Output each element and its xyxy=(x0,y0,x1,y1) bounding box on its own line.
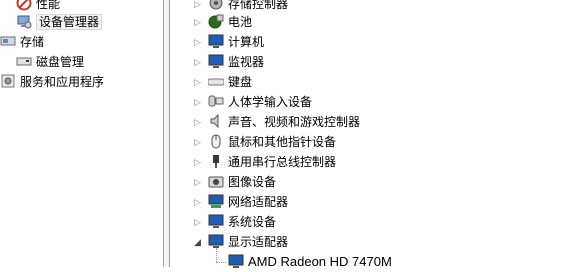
expand-arrow-icon[interactable]: ▷ xyxy=(194,133,204,153)
camera-icon xyxy=(208,176,224,188)
device-category-sound[interactable]: ▷ 声音、视频和游戏控制器 xyxy=(194,112,360,132)
device-category-system[interactable]: ▷ 系统设备 xyxy=(194,212,276,232)
device-category-computer[interactable]: ▷ 计算机 xyxy=(194,32,264,52)
mouse-icon xyxy=(211,134,221,149)
expand-arrow-icon[interactable]: ▷ xyxy=(194,193,204,213)
tree-item-services-apps[interactable]: 服务和应用程序 xyxy=(0,72,104,92)
collapse-arrow-icon[interactable]: ◢ xyxy=(194,233,204,253)
usb-icon xyxy=(213,155,219,168)
device-category-usb[interactable]: ▷ 通用串行总线控制器 xyxy=(194,152,336,172)
tree-item-device-manager[interactable]: 设备管理器 xyxy=(16,12,103,32)
expand-arrow-icon[interactable]: ▷ xyxy=(194,73,204,93)
device-category-monitors[interactable]: ▷ 监视器 xyxy=(194,52,264,72)
system-device-icon xyxy=(208,214,224,228)
expand-arrow-icon[interactable]: ▷ xyxy=(194,33,204,53)
services-icon xyxy=(1,74,15,88)
device-amd-radeon[interactable]: AMD Radeon HD 7470M xyxy=(228,252,392,272)
network-icon xyxy=(208,194,224,208)
storage-controller-icon xyxy=(209,0,223,10)
tree-item-storage[interactable]: 存储 xyxy=(0,32,44,52)
device-category-keyboards[interactable]: ▷ 键盘 xyxy=(194,72,252,92)
expand-arrow-icon[interactable]: ▷ xyxy=(194,113,204,133)
expand-arrow-icon[interactable]: ▷ xyxy=(194,173,204,193)
tree-item-disk-management[interactable]: 磁盘管理 xyxy=(16,52,84,72)
tree-connector xyxy=(216,262,226,263)
expand-arrow-icon[interactable]: ▷ xyxy=(194,53,204,73)
tree-connector xyxy=(216,248,217,262)
expand-arrow-icon[interactable]: ▷ xyxy=(194,213,204,233)
computer-icon xyxy=(208,34,224,48)
monitor-icon xyxy=(208,54,224,68)
device-category-display[interactable]: ◢ 显示适配器 xyxy=(194,232,288,252)
device-category-imaging[interactable]: ▷ 图像设备 xyxy=(194,172,276,192)
device-category-battery[interactable]: ▷ 电池 xyxy=(194,12,252,32)
speaker-icon xyxy=(210,113,219,129)
display-adapter-icon xyxy=(208,234,224,248)
hid-icon xyxy=(208,95,224,107)
expand-arrow-icon[interactable]: ▷ xyxy=(194,93,204,113)
pane-splitter[interactable] xyxy=(163,0,170,267)
expand-arrow-icon[interactable]: ▷ xyxy=(194,13,204,33)
navigation-tree: 性能 设备管理器 存储 磁盘管理 服务和应用程序 xyxy=(0,0,160,267)
device-tree: ▷ 存储控制器 ▷ 电池 ▷ 计算机 ▷ 监视器 ▷ 键盘 ▷ 人体学输入设备 ▷ 声音、视频… xyxy=(170,0,577,269)
disk-icon xyxy=(16,57,32,66)
expand-arrow-icon[interactable]: ▷ xyxy=(194,153,204,173)
device-category-hid[interactable]: ▷ 人体学输入设备 xyxy=(194,92,312,112)
storage-icon xyxy=(0,36,16,46)
keyboard-icon xyxy=(208,78,224,86)
device-manager-icon xyxy=(17,15,32,29)
no-sign-icon xyxy=(16,0,32,11)
battery-icon xyxy=(208,14,224,29)
device-category-mice[interactable]: ▷ 鼠标和其他指针设备 xyxy=(194,132,336,152)
device-category-network[interactable]: ▷ 网络适配器 xyxy=(194,192,288,212)
